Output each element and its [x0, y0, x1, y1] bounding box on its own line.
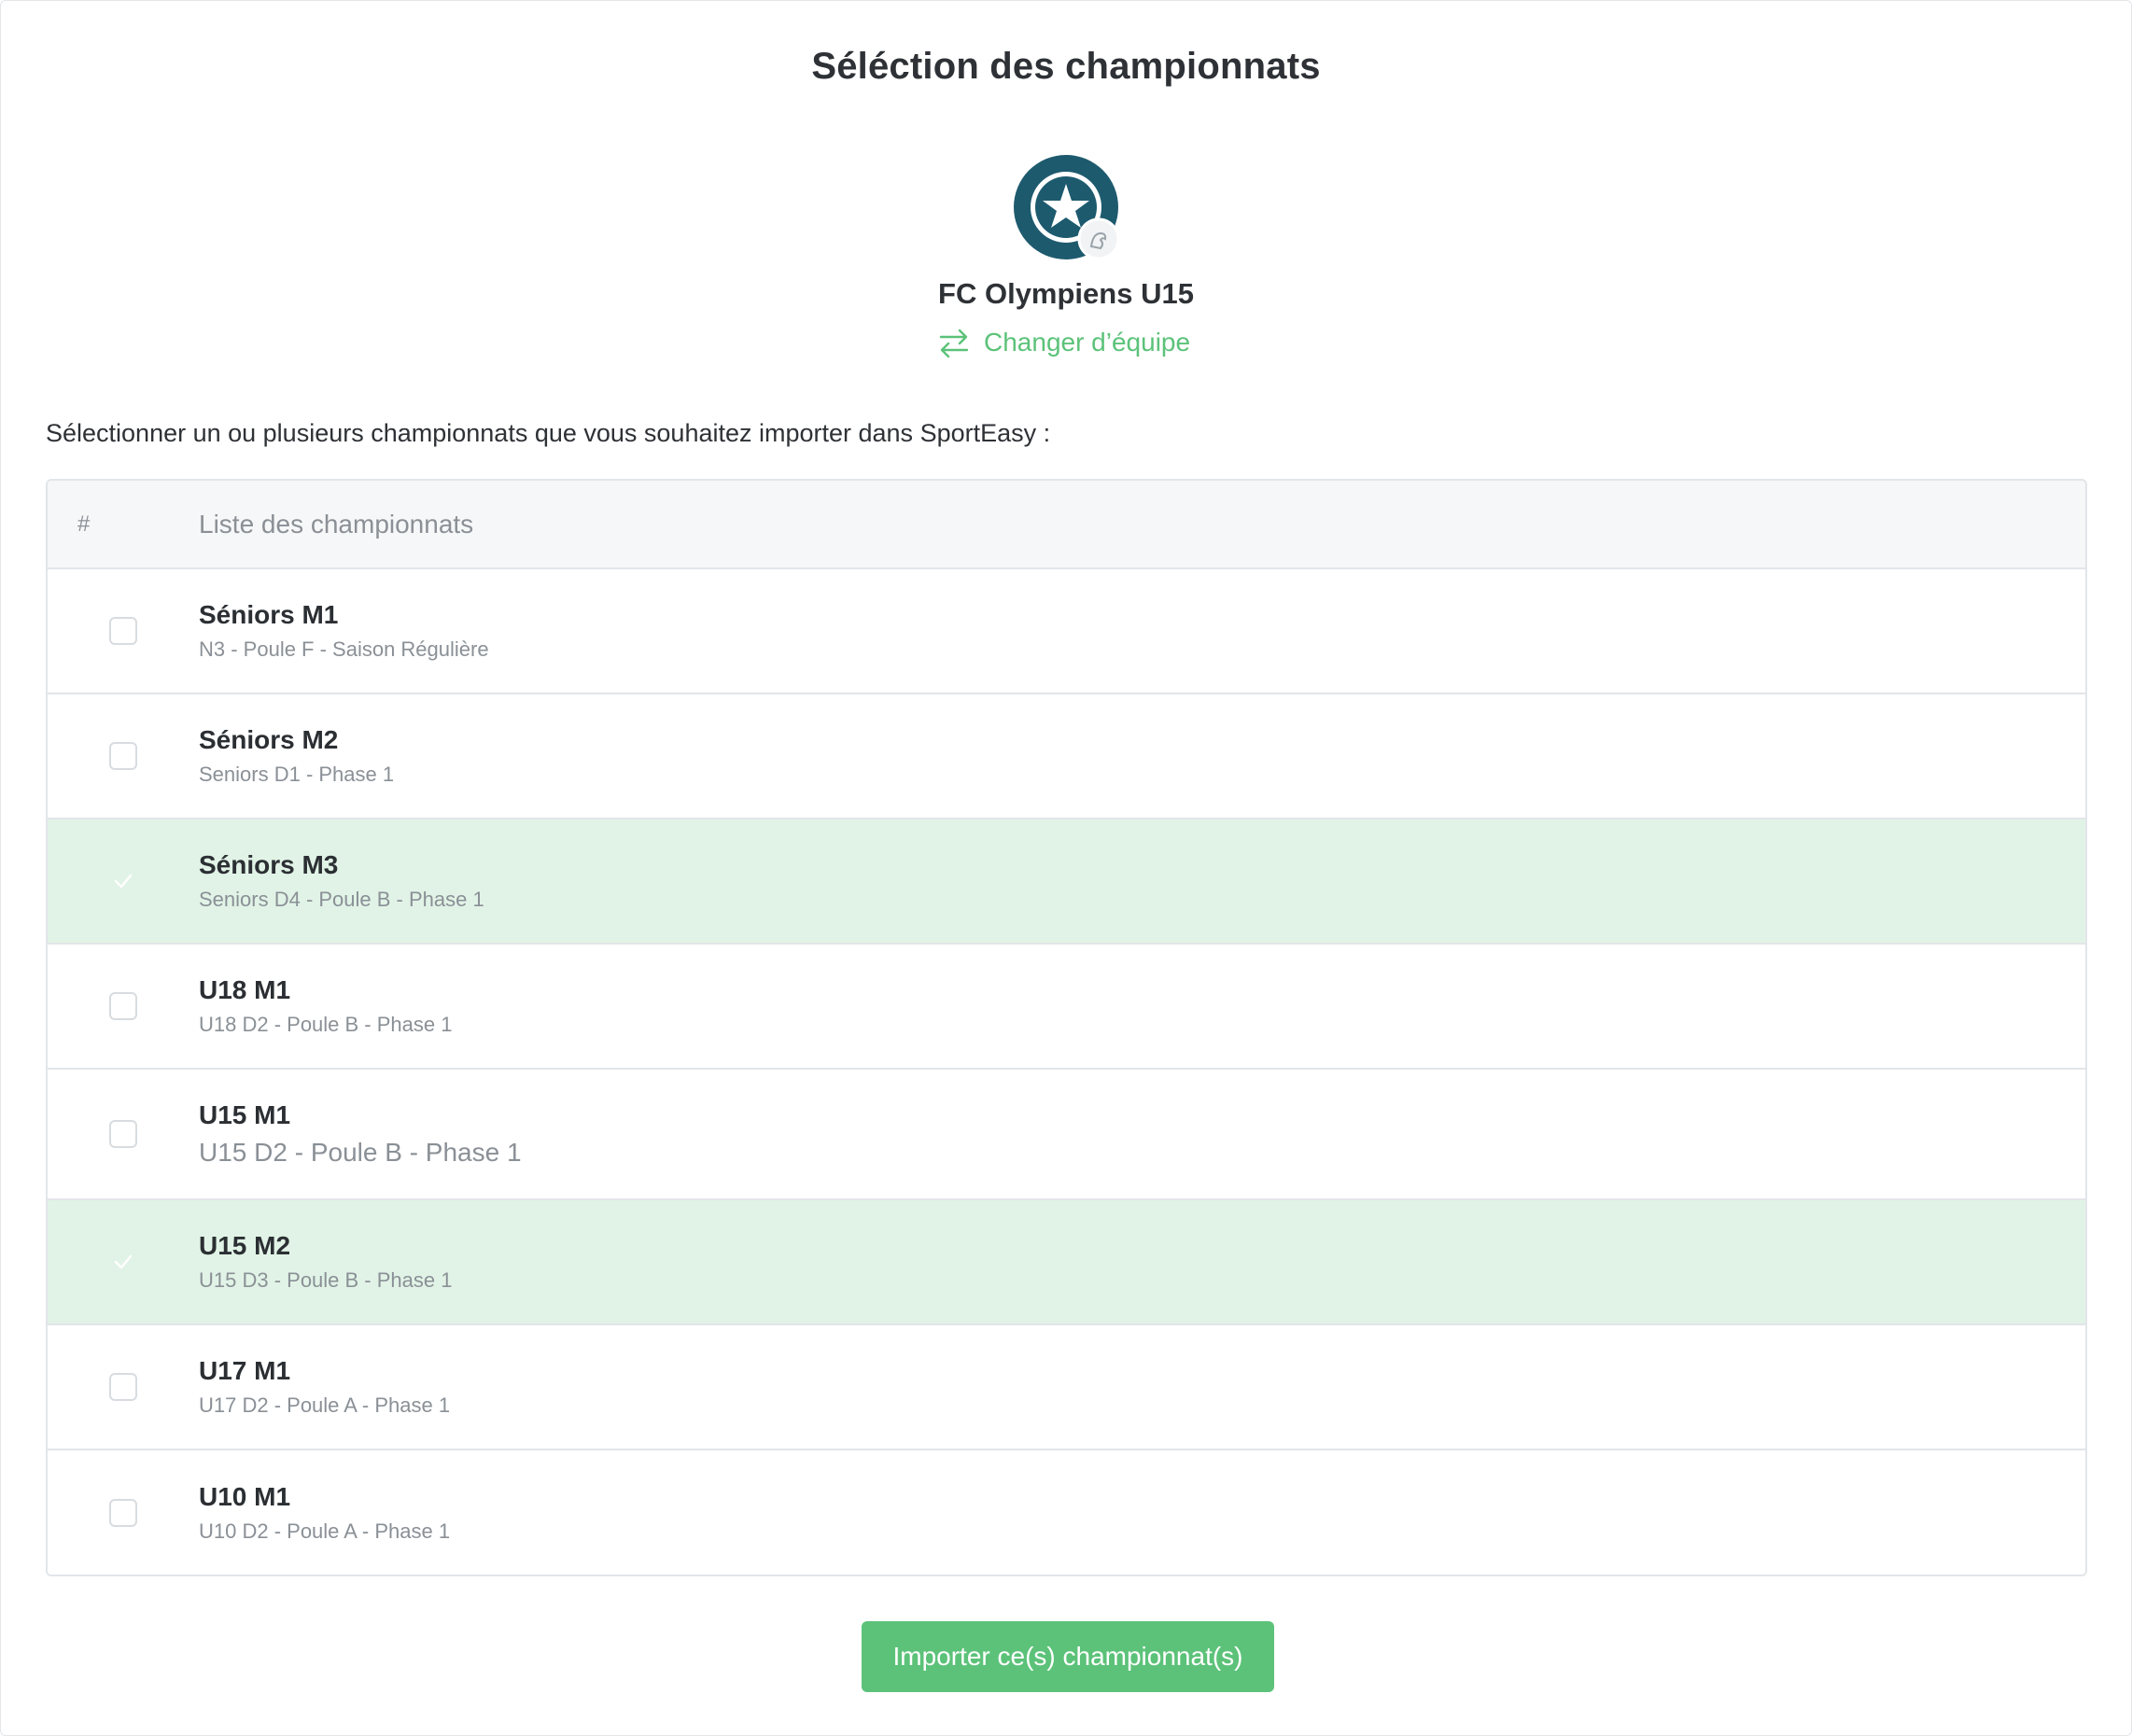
table-row[interactable]: U18 M1 U18 D2 - Poule B - Phase 1	[48, 945, 2085, 1070]
championship-division: U17 D2 - Poule A - Phase 1	[199, 1393, 451, 1417]
championship-name: U15 M2	[199, 1231, 291, 1260]
row-checkbox[interactable]	[109, 742, 137, 770]
header-index: #	[77, 511, 91, 537]
championship-selection-panel: Séléction des championnats FC Olympiens …	[0, 0, 2132, 1736]
championship-division: U18 D2 - Poule B - Phase 1	[199, 1013, 453, 1036]
checkmark-icon	[114, 1254, 133, 1269]
row-checkbox[interactable]	[109, 1499, 137, 1527]
championship-division: U15 D2 - Poule B - Phase 1	[199, 1138, 522, 1167]
row-checkbox[interactable]	[109, 867, 137, 895]
championship-division: U10 D2 - Poule A - Phase 1	[199, 1519, 451, 1543]
championship-division: U15 D3 - Poule B - Phase 1	[199, 1268, 453, 1292]
row-checkbox[interactable]	[109, 1373, 137, 1401]
championship-table: # Liste des championnats Séniors M1 N3 -…	[46, 479, 2087, 1576]
instructions-text: Sélectionner un ou plusieurs championnat…	[46, 419, 1051, 447]
header-list: Liste des championnats	[199, 509, 474, 539]
championship-name: U10 M1	[199, 1482, 291, 1511]
change-team-link[interactable]: Changer d’équipe	[937, 322, 1190, 363]
championship-name: U17 M1	[199, 1356, 291, 1385]
championship-name: Séniors M3	[199, 850, 339, 879]
table-row[interactable]: U15 M1 U15 D2 - Poule B - Phase 1	[48, 1070, 2085, 1200]
team-name: FC Olympiens U15	[938, 277, 1194, 310]
table-row[interactable]: Séniors M1 N3 - Poule F - Saison Réguliè…	[48, 569, 2085, 694]
row-checkbox[interactable]	[109, 992, 137, 1020]
row-checkbox[interactable]	[109, 1120, 137, 1148]
championship-name: U15 M1	[199, 1100, 291, 1129]
swap-arrows-icon	[937, 326, 971, 359]
championship-name: Séniors M2	[199, 725, 339, 754]
championship-name: U18 M1	[199, 975, 291, 1004]
table-row[interactable]: U10 M1 U10 D2 - Poule A - Phase 1	[48, 1450, 2085, 1575]
table-row[interactable]: Séniors M2 Seniors D1 - Phase 1	[48, 694, 2085, 819]
row-checkbox[interactable]	[109, 1248, 137, 1276]
championship-name: Séniors M1	[199, 600, 339, 629]
page-title: Séléction des championnats	[811, 46, 1321, 87]
championship-division: Seniors D4 - Poule B - Phase 1	[199, 888, 484, 911]
import-championships-button[interactable]: Importer ce(s) championnat(s)	[862, 1621, 1274, 1692]
row-checkbox[interactable]	[109, 617, 137, 645]
table-row[interactable]: U15 M2 U15 D3 - Poule B - Phase 1	[48, 1200, 2085, 1325]
team-crest-icon	[1012, 153, 1124, 265]
championship-division: N3 - Poule F - Saison Régulière	[199, 637, 489, 661]
table-row[interactable]: U17 M1 U17 D2 - Poule A - Phase 1	[48, 1325, 2085, 1450]
championship-division: Seniors D1 - Phase 1	[199, 763, 395, 786]
table-header: # Liste des championnats	[48, 481, 2085, 569]
checkmark-icon	[114, 874, 133, 889]
change-team-label: Changer d’équipe	[984, 328, 1191, 357]
table-row[interactable]: Séniors M3 Seniors D4 - Poule B - Phase …	[48, 819, 2085, 945]
